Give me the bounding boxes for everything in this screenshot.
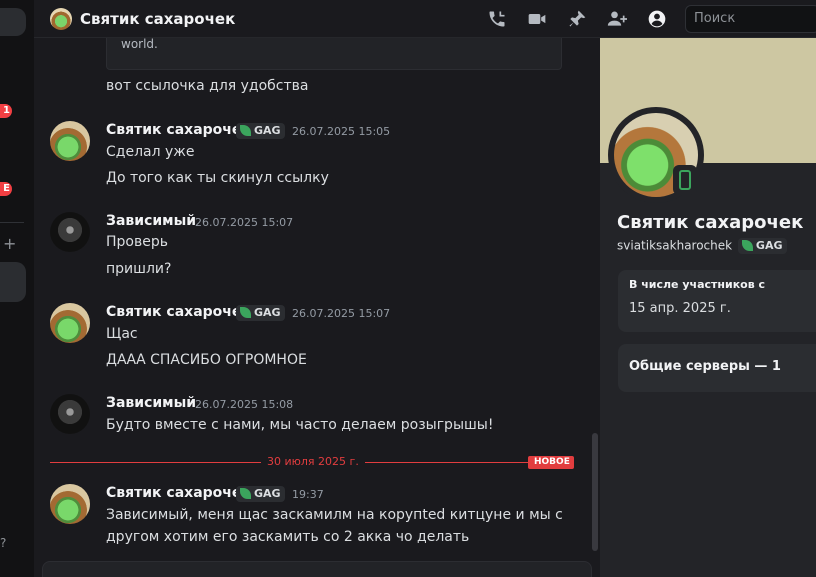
server-tag[interactable]: GAG: [236, 123, 285, 139]
member-since-label: В числе участников с: [629, 278, 766, 291]
discord-window: 1 E + ? Святик сахарочек Поиск world. во…: [0, 0, 816, 577]
mutual-servers-card[interactable]: Общие серверы — 1: [618, 344, 816, 392]
mobile-icon: [673, 165, 697, 195]
chat-scrollbar[interactable]: [592, 433, 598, 551]
message-text: Будто вместе с нами, мы часто делаем роз…: [106, 417, 494, 433]
message-timestamp: 26.07.2025 15:07: [195, 216, 294, 229]
message-text: До того как ты скинул ссылку: [106, 170, 329, 186]
server-tag[interactable]: GAG: [236, 305, 285, 321]
message-timestamp: 26.07.2025 15:05: [292, 125, 391, 138]
dm-title: Святик сахарочек: [80, 10, 236, 28]
message-text: Проверь: [106, 234, 168, 250]
message-list: world. вот ссылочка для удобства Святик …: [34, 38, 600, 577]
message-composer[interactable]: [42, 561, 592, 577]
unread-badge: E: [0, 182, 12, 196]
message-timestamp: 26.07.2025 15:07: [292, 307, 391, 320]
embed-quote: world.: [106, 38, 562, 70]
leaf-icon: [240, 125, 251, 136]
message-text: ДААА СПАСИБО ОГРОМНОЕ: [106, 352, 307, 368]
avatar[interactable]: [50, 121, 90, 161]
message-text: другом хотим его заскамить со 2 акка чо …: [106, 529, 470, 545]
header-avatar[interactable]: [50, 8, 72, 30]
message-timestamp: 19:37: [292, 488, 324, 501]
pin-icon[interactable]: [566, 8, 588, 30]
avatar[interactable]: [50, 484, 90, 524]
server-icon-selected[interactable]: [0, 262, 26, 302]
member-since-card: В числе участников с 15 апр. 2025 г.: [618, 270, 816, 332]
rail-separator: [0, 222, 24, 223]
message-text: пришли?: [106, 261, 172, 277]
message-author[interactable]: Зависимый: [106, 395, 196, 411]
server-tag[interactable]: GAG: [737, 238, 787, 254]
server-tag[interactable]: GAG: [236, 486, 285, 502]
message-author[interactable]: Святик сахарочек: [106, 485, 251, 501]
search-input[interactable]: Поиск: [685, 5, 816, 33]
leaf-icon: [741, 240, 753, 251]
divider-date: 30 июля 2025 г.: [261, 455, 365, 468]
message-text: Зависимый, меня щас заскамилм на корупte…: [106, 507, 563, 523]
add-server-icon[interactable]: +: [3, 234, 16, 253]
profile-icon[interactable]: [646, 8, 668, 30]
message-author[interactable]: Святик сахарочек: [106, 122, 251, 138]
profile-display-name: Святик сахарочек: [617, 212, 804, 233]
mutual-servers-label: Общие серверы — 1: [629, 359, 781, 374]
message-text: Сделал уже: [106, 144, 195, 160]
member-since-value: 15 апр. 2025 г.: [629, 301, 731, 316]
message-text: Щас: [106, 326, 138, 342]
message-author[interactable]: Зависимый: [106, 213, 196, 229]
unread-badge: 1: [0, 104, 12, 118]
new-badge: НОВОЕ: [528, 456, 574, 469]
server-icon[interactable]: [0, 8, 26, 36]
avatar[interactable]: [50, 212, 90, 252]
avatar[interactable]: [50, 303, 90, 343]
message-author[interactable]: Святик сахарочек: [106, 304, 251, 320]
leaf-icon: [240, 307, 251, 318]
video-call-icon[interactable]: [526, 8, 548, 30]
leaf-icon: [240, 488, 251, 499]
add-member-icon[interactable]: [606, 8, 628, 30]
profile-panel: Святик сахарочек sviatiksakharochek GAG …: [600, 38, 816, 577]
profile-username: sviatiksakharochek GAG: [617, 238, 787, 254]
message-text: вот ссылочка для удобства: [106, 78, 309, 94]
message-timestamp: 26.07.2025 15:08: [195, 398, 294, 411]
avatar[interactable]: [50, 394, 90, 434]
dm-header: Святик сахарочек Поиск: [34, 0, 816, 38]
help-icon[interactable]: ?: [0, 536, 12, 552]
phone-call-icon[interactable]: [486, 8, 508, 30]
server-rail: 1 E + ?: [0, 0, 34, 577]
